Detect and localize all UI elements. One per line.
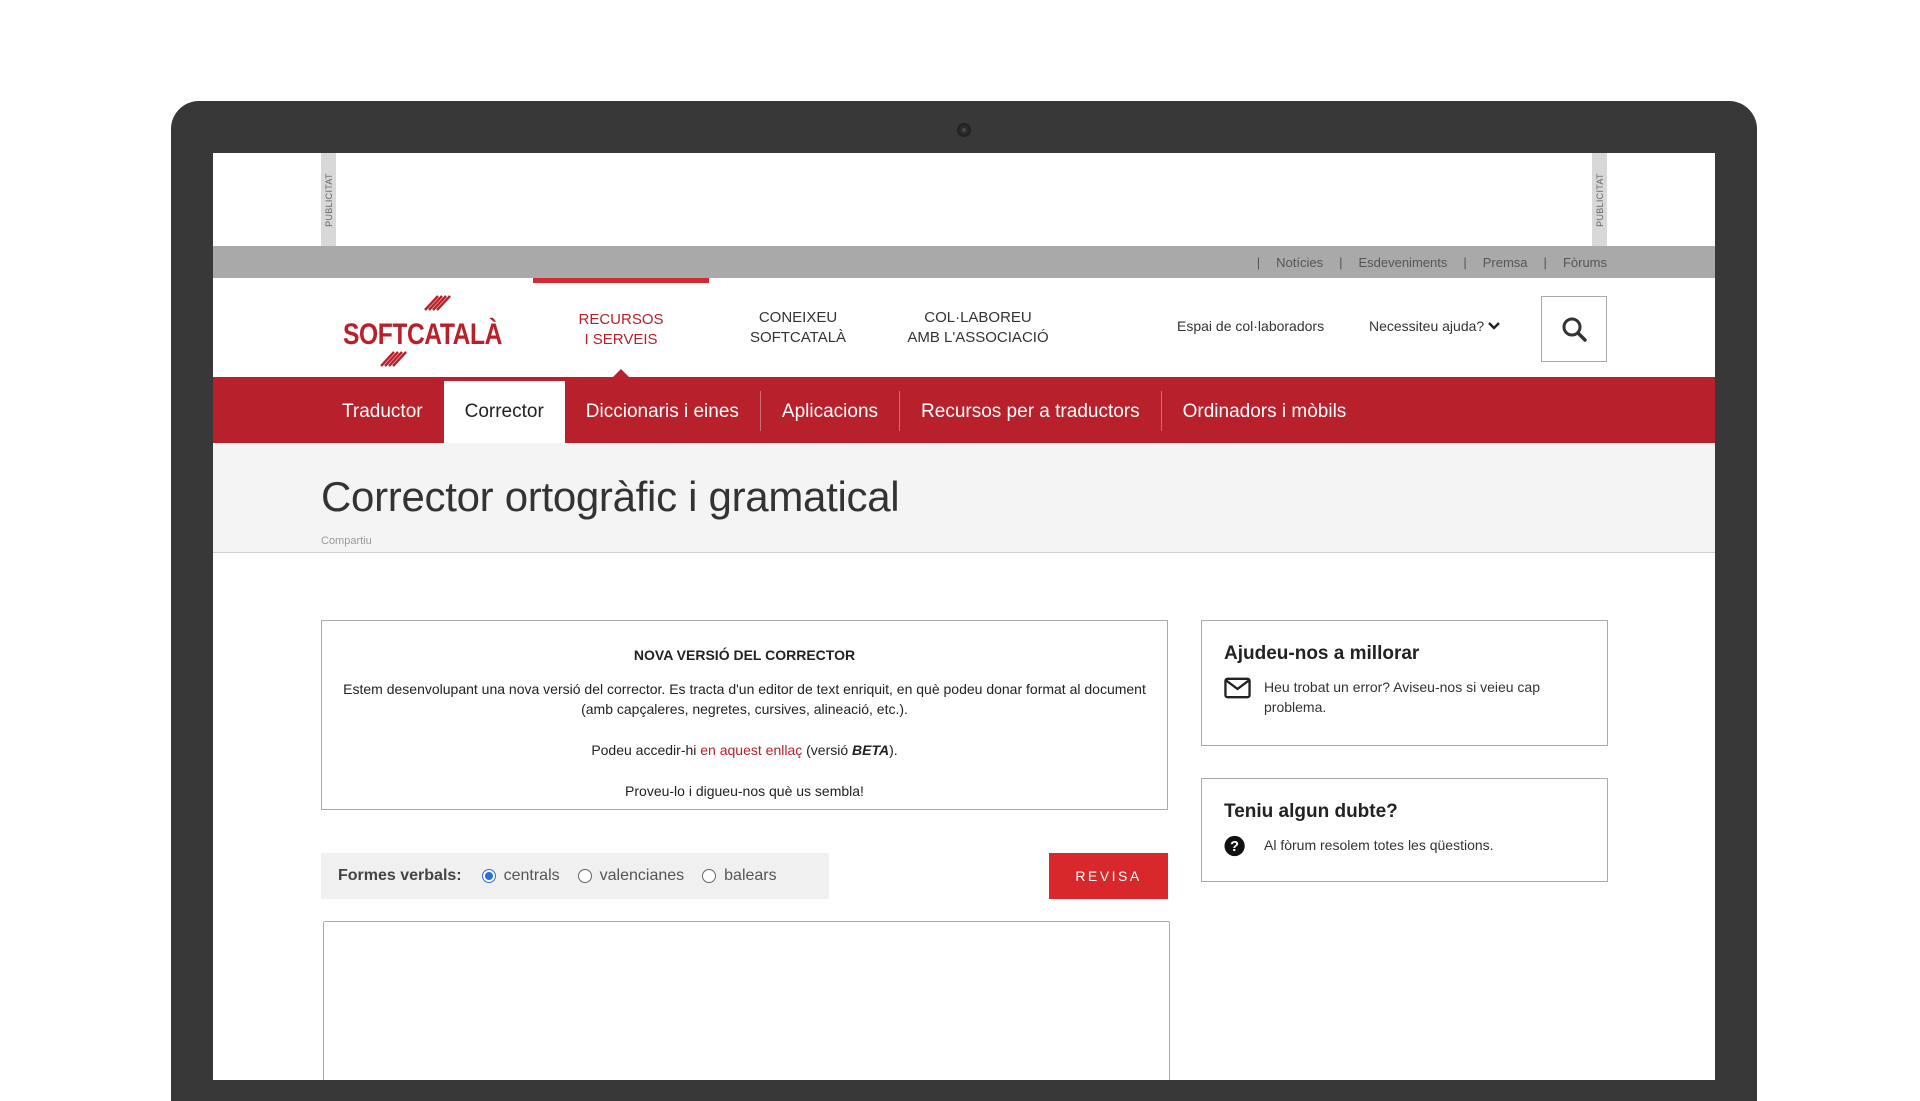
radio-selected-icon[interactable]	[481, 869, 496, 883]
verbal-forms-selector: Formes verbals: centrals valencianes bal…	[321, 853, 829, 899]
improve-title: Ajudeu-nos a millorar	[1224, 643, 1420, 664]
topbar-link-noticies[interactable]: Notícies	[1276, 255, 1323, 270]
page-title-area: Corrector ortogràfic i gramatical Compar…	[213, 443, 1715, 553]
text-input-area[interactable]	[323, 921, 1170, 1080]
envelope-icon	[1224, 677, 1251, 699]
subnav-traductor[interactable]: Traductor	[321, 381, 444, 443]
subnav-recursos-traductors[interactable]: Recursos per a traductors	[900, 381, 1161, 443]
verbal-forms-label: Formes verbals:	[338, 867, 462, 884]
doubt-box: Teniu algun dubte? ? Al fòrum resolem to…	[1201, 778, 1608, 882]
notice-access: Podeu accedir-hi en aquest enllaç (versi…	[591, 742, 898, 758]
services-subnav: Traductor Corrector Diccionaris i eines …	[213, 377, 1715, 443]
improve-text[interactable]: Heu trobat un error? Aviseu-nos si veieu…	[1264, 677, 1585, 717]
search-button[interactable]	[1541, 296, 1607, 362]
nav-recursos-i-serveis[interactable]: RECURSOS I SERVEIS	[533, 278, 709, 377]
collaborators-link[interactable]: Espai de col·laboradors	[1177, 318, 1324, 334]
radio-valencianes[interactable]: valencianes	[577, 867, 684, 885]
topbar-link-forums[interactable]: Fòrums	[1563, 255, 1607, 270]
new-version-notice: NOVA VERSIÓ DEL CORRECTOR Estem desenvol…	[321, 620, 1168, 810]
subnav-corrector[interactable]: Corrector	[443, 381, 565, 443]
logo-text: SOFTCATALÀ	[343, 318, 502, 351]
browser-screen: PUBLICITAT PUBLICITAT | Notícies | Esdev…	[213, 153, 1715, 1080]
svg-text:?: ?	[1230, 839, 1239, 855]
chevron-down-icon	[1488, 322, 1501, 330]
radio-empty-icon[interactable]	[577, 869, 592, 883]
revisa-button[interactable]: REVISA	[1049, 853, 1168, 899]
subnav-diccionaris[interactable]: Diccionaris i eines	[565, 381, 760, 443]
topbar-link-esdeveniments[interactable]: Esdeveniments	[1358, 255, 1447, 270]
nav-coneixeu-softcatala[interactable]: CONEIXEU SOFTCATALÀ	[723, 278, 873, 377]
search-icon	[1562, 317, 1587, 342]
ad-label-left: PUBLICITAT	[321, 153, 336, 246]
camera-icon	[957, 123, 971, 137]
ad-label-right: PUBLICITAT	[1592, 153, 1607, 246]
radio-balears[interactable]: balears	[702, 867, 777, 885]
notice-closing: Proveu-lo i digueu-nos què us sembla!	[625, 783, 864, 799]
radio-empty-icon[interactable]	[702, 869, 717, 883]
ad-banner-area: PUBLICITAT PUBLICITAT	[213, 153, 1715, 246]
radio-centrals[interactable]: centrals	[481, 867, 560, 885]
top-utility-bar: | Notícies | Esdeveniments | Premsa | Fò…	[213, 246, 1715, 278]
beta-link[interactable]: en aquest enllaç	[700, 742, 802, 758]
page-title: Corrector ortogràfic i gramatical	[321, 473, 900, 520]
topbar-link-premsa[interactable]: Premsa	[1483, 255, 1528, 270]
doubt-title: Teniu algun dubte?	[1224, 801, 1398, 822]
help-dropdown[interactable]: Necessiteu ajuda?	[1369, 318, 1501, 334]
share-link[interactable]: Compartiu	[321, 535, 372, 547]
nav-col-laboreu[interactable]: COL·LABOREU AMB L'ASSOCIACIÓ	[893, 278, 1063, 377]
subnav-aplicacions[interactable]: Aplicacions	[761, 381, 899, 443]
doubt-text[interactable]: Al fòrum resolem totes les qüestions.	[1264, 835, 1494, 855]
improve-box: Ajudeu-nos a millorar Heu trobat un erro…	[1201, 620, 1608, 746]
question-circle-icon: ?	[1224, 835, 1245, 857]
notice-body: Estem desenvolupant una nova versió del …	[343, 681, 1146, 717]
subnav-ordinadors-mobils[interactable]: Ordinadors i mòbils	[1162, 381, 1368, 443]
site-header: SOFTCATALÀ RECURSOS I SERVEIS CONEIXEU S…	[213, 278, 1715, 377]
notice-title: NOVA VERSIÓ DEL CORRECTOR	[633, 647, 856, 663]
softcatala-logo[interactable]: SOFTCATALÀ	[343, 288, 502, 368]
